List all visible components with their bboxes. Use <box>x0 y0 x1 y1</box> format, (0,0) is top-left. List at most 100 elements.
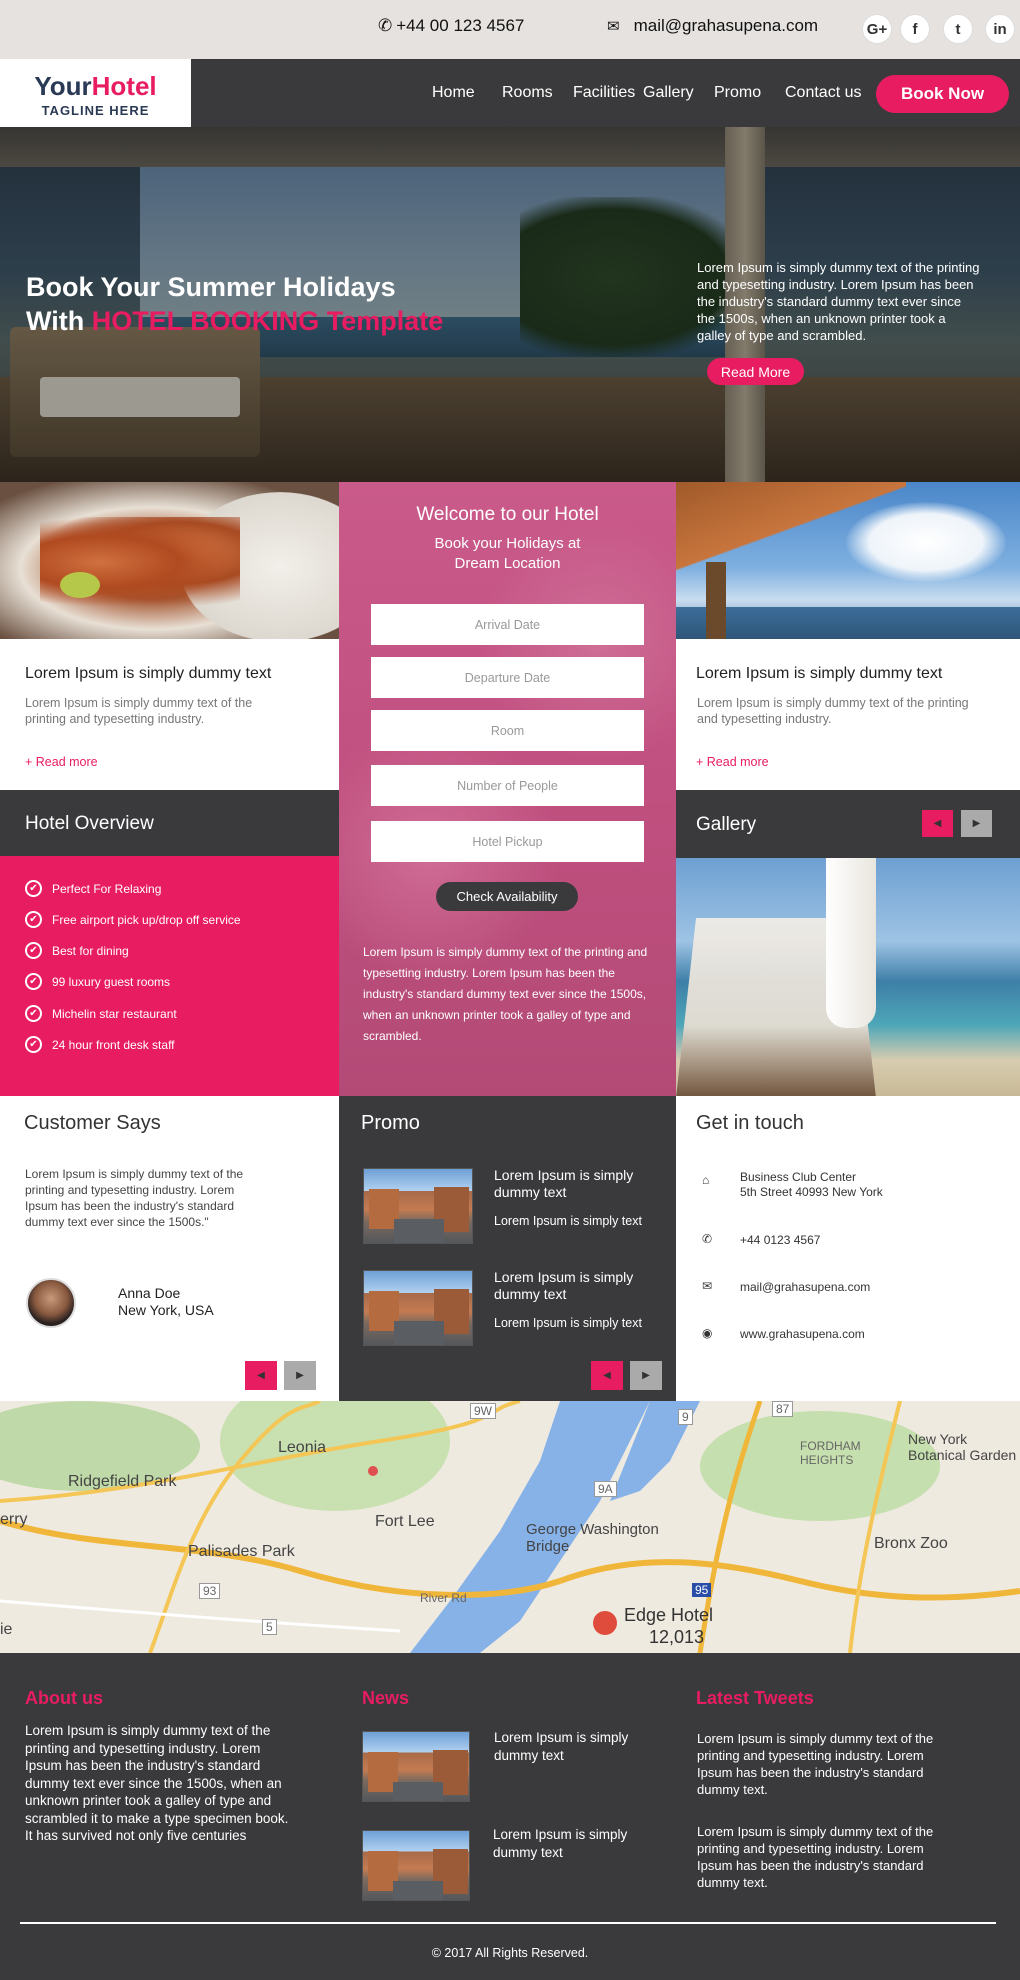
phone-icon: ✆ <box>378 16 393 35</box>
map-shield: 95 <box>692 1583 712 1597</box>
booking-subtitle-line1: Book your Holidays at <box>434 535 581 552</box>
location-map[interactable]: Ridgefield Park Leonia Palisades Park Fo… <box>0 1401 1020 1653</box>
overview-item-label: 99 luxury guest rooms <box>52 974 171 989</box>
hero-banner: Book Your Summer Holidays With HOTEL BOO… <box>0 127 1020 482</box>
mail-icon: ✉ <box>607 18 620 35</box>
promo-item-title[interactable]: Lorem Ipsum is simply dummy text <box>494 1167 654 1201</box>
hero-line2-highlight: HOTEL BOOKING Template <box>91 306 444 336</box>
contact-address-line1: Business Club Center <box>740 1170 857 1184</box>
logo-tagline: TAGLINE HERE <box>41 103 150 118</box>
check-icon: ✔ <box>25 973 42 990</box>
globe-icon: ◉ <box>702 1326 713 1340</box>
nav-home[interactable]: Home <box>432 84 475 102</box>
nav-facilities[interactable]: Facilities <box>573 84 635 102</box>
footer-tweets-title: Latest Tweets <box>696 1688 814 1708</box>
hotel-overview-list: ✔ Perfect For Relaxing ✔ Free airport pick… <box>0 856 339 1096</box>
hotel-pickup-field[interactable]: Hotel Pickup <box>371 821 644 862</box>
booking-subtitle-line2: Dream Location <box>454 555 561 572</box>
nav-rooms[interactable]: Rooms <box>502 84 553 102</box>
topbar-phone-text: +44 00 123 4567 <box>396 16 525 35</box>
card-right-read-more[interactable]: + Read more <box>696 755 769 769</box>
map-label: 12,013 <box>649 1627 705 1647</box>
arrow-right-icon: ▶ <box>296 1370 304 1381</box>
logo-name-part1: Your <box>34 71 92 101</box>
logo[interactable]: YourHotel TAGLINE HERE <box>0 59 191 127</box>
nav-promo[interactable]: Promo <box>714 84 761 102</box>
card-left-read-more[interactable]: + Read more <box>25 755 98 769</box>
promo-thumbnail[interactable] <box>363 1270 473 1346</box>
testimonial-prev-button[interactable]: ◀ <box>245 1361 277 1390</box>
home-icon: ⌂ <box>702 1173 710 1187</box>
contact-email[interactable]: mail@grahasupena.com <box>740 1280 870 1295</box>
arrow-right-icon: ▶ <box>972 818 981 829</box>
promo-next-button[interactable]: ▶ <box>630 1361 662 1390</box>
room-field[interactable]: Room <box>371 710 644 751</box>
news-item-title[interactable]: Lorem Ipsum is simply dummy text <box>494 1729 654 1764</box>
promo-prev-button[interactable]: ◀ <box>591 1361 623 1390</box>
contact-address: Business Club Center 5th Street 40993 Ne… <box>740 1170 883 1200</box>
book-now-button[interactable]: Book Now <box>876 75 1009 113</box>
gallery-image[interactable] <box>676 858 1020 1096</box>
map-label: Bronx Zoo <box>874 1535 948 1552</box>
arrow-right-icon: ▶ <box>642 1370 650 1381</box>
card-left-text: Lorem Ipsum is simply dummy text of the … <box>25 696 253 726</box>
check-icon: ✔ <box>25 1036 42 1053</box>
topbar-phone[interactable]: ✆ +44 00 123 4567 <box>378 16 524 36</box>
hero-line1: Book Your Summer Holidays <box>26 272 396 302</box>
linkedin-icon[interactable]: in <box>985 14 1015 44</box>
overview-item-label: Free airport pick up/drop off service <box>52 912 241 927</box>
arrow-left-icon: ◀ <box>933 818 942 829</box>
card-right-title: Lorem Ipsum is simply dummy text <box>696 665 943 682</box>
hero-text: Lorem Ipsum is simply dummy text of the … <box>697 260 980 343</box>
gallery-next-button[interactable]: ▶ <box>961 810 992 837</box>
footer-about-title: About us <box>25 1688 103 1708</box>
departure-date-field[interactable]: Departure Date <box>371 657 644 698</box>
news-item-title[interactable]: Lorem Ipsum is simply dummy text <box>493 1826 653 1861</box>
gallery-header: Gallery ◀ ▶ <box>676 790 1020 858</box>
hero-heading: Book Your Summer Holidays With HOTEL BOO… <box>26 270 443 338</box>
overview-item: ✔ 24 hour front desk staff <box>25 1036 175 1053</box>
overview-item: ✔ Free airport pick up/drop off service <box>25 911 241 928</box>
news-thumbnail[interactable] <box>362 1830 470 1901</box>
promo-thumbnail[interactable] <box>363 1168 473 1244</box>
hero-line2-prefix: With <box>26 306 92 336</box>
contact-phone[interactable]: +44 0123 4567 <box>740 1233 820 1248</box>
card-right-text: Lorem Ipsum is simply dummy text of the … <box>697 696 969 726</box>
gallery-prev-button[interactable]: ◀ <box>922 810 953 837</box>
nav-contact[interactable]: Contact us <box>785 84 861 102</box>
nav-gallery[interactable]: Gallery <box>643 84 694 102</box>
map-label: New York Botanical Garden <box>908 1431 1017 1463</box>
tweet-text: Lorem Ipsum is simply dummy text of the … <box>697 1731 934 1797</box>
map-shield: 93 <box>199 1583 221 1599</box>
google-plus-icon[interactable]: G+ <box>862 14 892 44</box>
map-label-hotel[interactable]: Edge Hotel <box>624 1605 713 1626</box>
arrow-left-icon: ◀ <box>257 1370 265 1381</box>
overview-item-label: Michelin star restaurant <box>52 1006 177 1021</box>
booking-subtitle: Book your Holidays at Dream Location <box>339 534 676 574</box>
map-label: River Rd <box>420 1591 467 1605</box>
avatar <box>26 1278 76 1328</box>
map-shield: 9W <box>470 1403 496 1419</box>
check-availability-button[interactable]: Check Availability <box>436 882 578 911</box>
promo-item-title[interactable]: Lorem Ipsum is simply dummy text <box>494 1269 654 1303</box>
card-left-title: Lorem Ipsum is simply dummy text <box>25 665 272 682</box>
gallery-title: Gallery <box>696 814 757 835</box>
map-label: Leonia <box>278 1439 327 1456</box>
arrival-date-field[interactable]: Arrival Date <box>371 604 644 645</box>
map-label: ie <box>0 1621 13 1638</box>
news-thumbnail[interactable] <box>362 1731 470 1802</box>
facebook-icon[interactable]: f <box>900 14 930 44</box>
overview-item-label: Best for dining <box>52 943 129 958</box>
map-label: FORDHAM HEIGHTS <box>800 1439 861 1467</box>
twitter-icon[interactable]: t <box>943 14 973 44</box>
hero-read-more-button[interactable]: Read More <box>707 358 804 385</box>
topbar-email[interactable]: ✉ mail@grahasupena.com <box>607 16 818 36</box>
footer-about-text: Lorem Ipsum is simply dummy text of the … <box>25 1723 289 1843</box>
testimonial-next-button[interactable]: ▶ <box>284 1361 316 1390</box>
map-shield: 5 <box>262 1619 277 1635</box>
check-icon: ✔ <box>25 880 42 897</box>
footer-divider <box>20 1922 996 1924</box>
map-shield: 9 <box>678 1409 693 1425</box>
contact-web[interactable]: www.grahasupena.com <box>740 1327 865 1342</box>
number-of-people-field[interactable]: Number of People <box>371 765 644 806</box>
